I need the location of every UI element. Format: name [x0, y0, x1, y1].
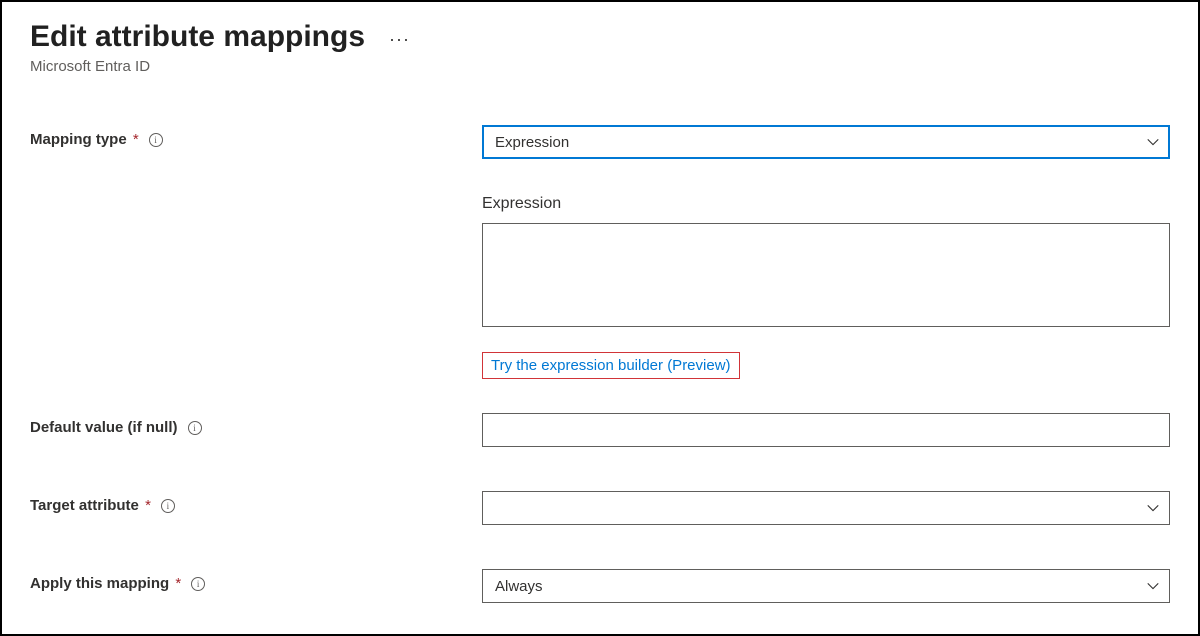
- required-asterisk: *: [129, 131, 139, 148]
- more-icon[interactable]: ···: [389, 30, 410, 48]
- default-value-label: Default value (if null): [30, 419, 178, 436]
- default-value-input[interactable]: [482, 413, 1170, 447]
- target-attribute-label: Target attribute *: [30, 497, 151, 514]
- info-icon[interactable]: i: [149, 133, 163, 147]
- apply-mapping-select[interactable]: Always: [482, 569, 1170, 603]
- expression-label: Expression: [482, 195, 1170, 213]
- mapping-type-select[interactable]: Expression: [482, 125, 1170, 159]
- apply-mapping-label: Apply this mapping *: [30, 575, 181, 592]
- info-icon[interactable]: i: [161, 499, 175, 513]
- try-expression-builder-link[interactable]: Try the expression builder (Preview): [482, 352, 740, 379]
- expression-textarea[interactable]: [482, 223, 1170, 327]
- required-asterisk: *: [171, 575, 181, 592]
- mapping-type-label: Mapping type *: [30, 131, 139, 148]
- info-icon[interactable]: i: [191, 577, 205, 591]
- info-icon[interactable]: i: [188, 421, 202, 435]
- page-header: Edit attribute mappings ··· Microsoft En…: [30, 20, 1170, 75]
- target-attribute-select[interactable]: [482, 491, 1170, 525]
- required-asterisk: *: [141, 497, 151, 514]
- page-title: Edit attribute mappings: [30, 20, 365, 54]
- page-subtitle: Microsoft Entra ID: [30, 58, 1170, 75]
